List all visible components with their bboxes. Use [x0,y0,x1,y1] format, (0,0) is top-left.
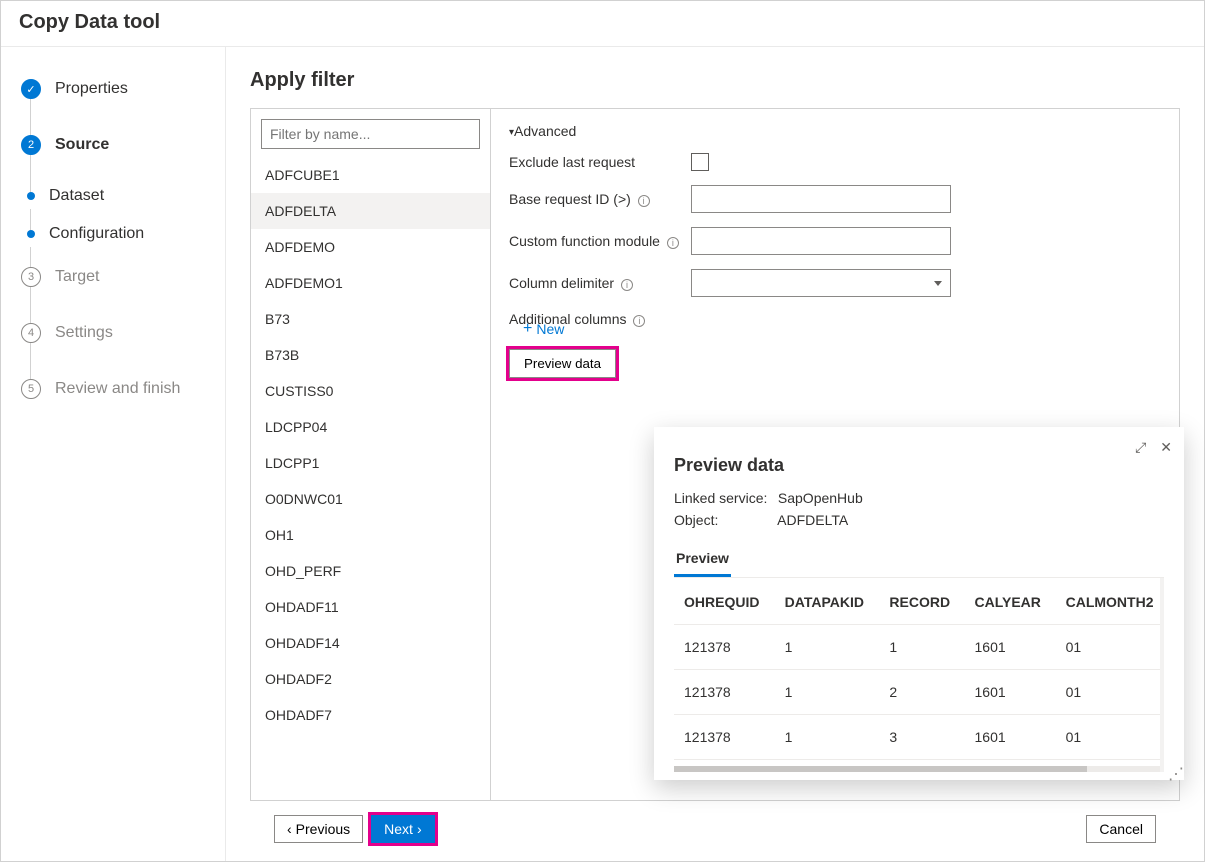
wizard-label: Dataset [49,187,104,205]
col-delim-select[interactable] [691,269,951,297]
wizard-label: Configuration [49,225,144,243]
column-header: DATAPAKID [775,578,880,625]
table-cell: 2 [879,670,964,715]
next-button[interactable]: Next › [371,815,434,843]
column-header: RECORD [879,578,964,625]
chevron-left-icon: ‹ [287,821,292,837]
list-item[interactable]: OHDADF14 [251,625,490,661]
table-row: 12137811160101CH02 [674,625,1164,670]
step-number-icon: 4 [21,323,41,343]
dataset-list: ADFCUBE1ADFDELTAADFDEMOADFDEMO1B73B73BCU… [251,157,490,790]
object-value: ADFDELTA [777,512,848,528]
cancel-button[interactable]: Cancel [1086,815,1156,843]
list-item[interactable]: ADFDELTA [251,193,490,229]
table-cell: 3 [879,715,964,760]
table-cell: 1 [775,670,880,715]
list-item[interactable]: OHDADF2 [251,661,490,697]
preview-data-button[interactable]: Preview data [509,349,616,378]
list-item[interactable]: LDCPP04 [251,409,490,445]
wizard-nav: ✓ Properties 2 Source Dataset Configurat… [1,47,226,861]
exclude-checkbox[interactable] [691,153,709,171]
wizard-step-settings[interactable]: 4 Settings [21,315,225,371]
wizard-substep-configuration[interactable]: Configuration [21,221,225,259]
preview-table: OHREQUIDDATAPAKIDRECORDCALYEARCALMONTH2/… [674,578,1164,760]
wizard-label: Target [55,268,99,286]
dot-icon [27,230,35,238]
info-icon[interactable]: i [621,279,633,291]
column-header: CALYEAR [965,578,1056,625]
column-header: CALMONTH2 [1056,578,1164,625]
list-item[interactable]: ADFDEMO1 [251,265,490,301]
wizard-label: Review and finish [55,380,180,398]
table-cell: 121378 [674,625,775,670]
table-cell: 1 [879,625,964,670]
list-item[interactable]: CUSTISS0 [251,373,490,409]
info-icon[interactable]: i [633,315,645,327]
table-cell: 1 [775,625,880,670]
step-number-icon: 2 [21,135,41,155]
exclude-label: Exclude last request [509,154,679,170]
table-cell: 01 [1056,715,1164,760]
wizard-label: Properties [55,80,128,98]
table-row: 12137813160101CH04 [674,715,1164,760]
wizard-label: Settings [55,324,113,342]
object-label: Object: [674,512,774,528]
table-cell: 1601 [965,715,1056,760]
table-cell: 1601 [965,670,1056,715]
col-delim-label: Column delimiter i [509,275,679,291]
list-item[interactable]: LDCPP1 [251,445,490,481]
close-icon[interactable]: ✕ [1160,439,1172,456]
wizard-substep-dataset[interactable]: Dataset [21,183,225,221]
linked-service-value: SapOpenHub [778,490,863,506]
list-item[interactable]: B73 [251,301,490,337]
step-number-icon: 5 [21,379,41,399]
check-icon: ✓ [21,79,41,99]
table-cell: 01 [1056,670,1164,715]
list-item[interactable]: OHDADF11 [251,589,490,625]
list-item[interactable]: OH1 [251,517,490,553]
tab-preview[interactable]: Preview [674,542,731,577]
window-title: Copy Data tool [1,1,1204,47]
cfm-input[interactable] [691,227,951,255]
horizontal-scrollbar[interactable] [674,766,1160,772]
list-item[interactable]: O0DNWC01 [251,481,490,517]
wizard-step-properties[interactable]: ✓ Properties [21,71,225,127]
resize-handle[interactable]: ⋰ [1168,764,1182,778]
popup-title: Preview data [674,455,1164,476]
dot-icon [27,192,35,200]
table-cell: 1 [775,715,880,760]
column-header: OHREQUID [674,578,775,625]
list-item[interactable]: OHDADF7 [251,697,490,733]
preview-popup: ⤢ ✕ Preview data Linked service: SapOpen… [654,427,1184,780]
list-item[interactable]: ADFDEMO [251,229,490,265]
chevron-right-icon: › [417,821,422,837]
cfm-label: Custom function module i [509,233,679,249]
table-cell: 01 [1056,625,1164,670]
table-cell: 1601 [965,625,1056,670]
advanced-toggle[interactable]: Advanced [509,123,1161,139]
filter-input[interactable] [261,119,480,149]
wizard-step-source[interactable]: 2 Source [21,127,225,183]
previous-button[interactable]: ‹ Previous [274,815,363,843]
plus-icon: + [523,321,532,337]
page-heading: Apply filter [250,69,1180,92]
linked-service-label: Linked service: [674,490,774,506]
wizard-step-review[interactable]: 5 Review and finish [21,371,225,407]
list-item[interactable]: OHD_PERF [251,553,490,589]
list-item[interactable]: B73B [251,337,490,373]
info-icon[interactable]: i [667,237,679,249]
table-cell: 121378 [674,715,775,760]
step-number-icon: 3 [21,267,41,287]
list-item[interactable]: ADFCUBE1 [251,157,490,193]
info-icon[interactable]: i [638,195,650,207]
table-row: 12137812160101CH02 [674,670,1164,715]
base-request-label: Base request ID (>) i [509,191,679,207]
wizard-step-target[interactable]: 3 Target [21,259,225,315]
table-cell: 121378 [674,670,775,715]
wizard-label: Source [55,136,109,154]
base-request-input[interactable] [691,185,951,213]
expand-icon[interactable]: ⤢ [1135,439,1146,456]
